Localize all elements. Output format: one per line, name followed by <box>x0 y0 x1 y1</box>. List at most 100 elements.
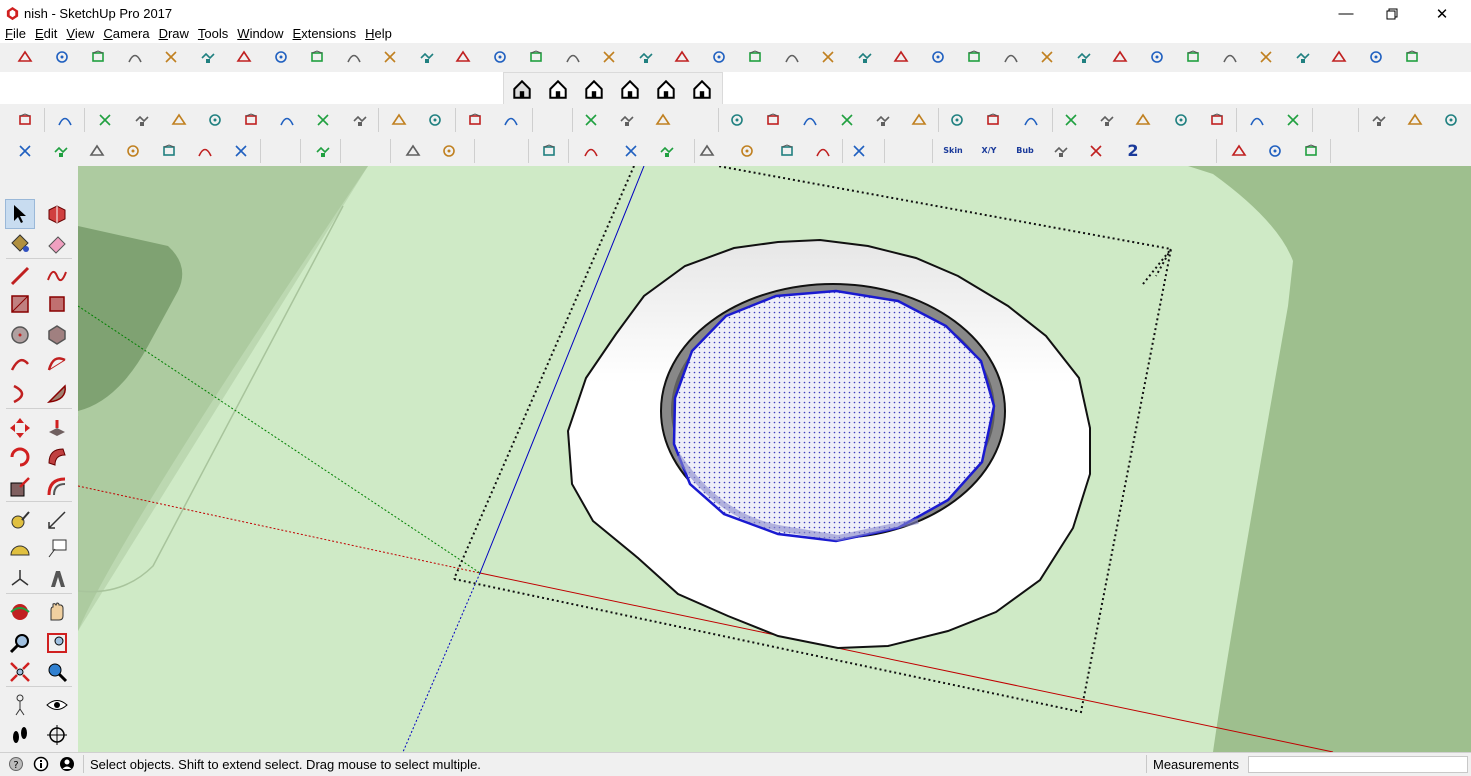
minimize-icon[interactable]: — <box>1323 0 1369 27</box>
left-view-icon[interactable] <box>689 77 715 101</box>
toolbar-tool-icon[interactable] <box>1182 46 1204 68</box>
toolbar-tool-icon[interactable] <box>525 46 547 68</box>
toolbar-tool-icon[interactable] <box>1365 46 1387 68</box>
toolbar-tool-icon[interactable] <box>50 140 72 162</box>
3d-text-icon[interactable] <box>43 565 71 593</box>
toolbar-tool-icon[interactable] <box>781 46 803 68</box>
toolbar-tool-icon[interactable] <box>124 46 146 68</box>
toolbar-tool-icon[interactable] <box>306 46 328 68</box>
toolbar-tool-icon[interactable] <box>1440 109 1462 131</box>
text-icon[interactable] <box>43 535 71 563</box>
number-two-icon[interactable]: 2 <box>1120 139 1146 161</box>
zoom-extents-icon[interactable] <box>6 658 34 686</box>
toolbar-tool-icon[interactable] <box>580 140 602 162</box>
menu-window[interactable]: Window <box>232 26 287 44</box>
toolbar-tool-icon[interactable] <box>696 140 718 162</box>
toolbar-tool-icon[interactable] <box>464 109 486 131</box>
select-icon[interactable] <box>5 199 35 229</box>
toolbar-tool-icon[interactable] <box>14 109 36 131</box>
rectangle-icon[interactable] <box>6 290 34 318</box>
toolbar-tool-icon[interactable] <box>890 46 912 68</box>
front-view-icon[interactable] <box>581 77 607 101</box>
toolbar-tool-icon[interactable] <box>620 140 642 162</box>
toolbar-tool-icon[interactable] <box>86 140 108 162</box>
toolbar-tool-icon[interactable] <box>652 109 674 131</box>
toolbar-tool-icon[interactable] <box>1170 109 1192 131</box>
toolbar-tool-icon[interactable] <box>489 46 511 68</box>
back-view-icon[interactable] <box>653 77 679 101</box>
toolbar-tool-icon[interactable] <box>416 46 438 68</box>
info-icon[interactable] <box>33 756 49 772</box>
toolbar-tool-icon[interactable] <box>616 109 638 131</box>
menu-help[interactable]: Help <box>360 26 396 44</box>
section-plane-icon[interactable] <box>43 721 71 749</box>
tape-measure-icon[interactable] <box>6 506 34 534</box>
position-camera-icon[interactable] <box>6 691 34 719</box>
stop-icon[interactable] <box>1085 140 1107 162</box>
skin-icon[interactable]: Skin <box>940 139 966 161</box>
toolbar-tool-icon[interactable] <box>233 46 255 68</box>
menu-view[interactable]: View <box>61 26 98 44</box>
toolbar-tool-icon[interactable] <box>1146 46 1168 68</box>
xy-icon[interactable]: X/Y <box>976 139 1002 161</box>
toolbar-tool-icon[interactable] <box>736 140 758 162</box>
toolbar-tool-icon[interactable] <box>1246 109 1268 131</box>
toolbar-tool-icon[interactable] <box>160 46 182 68</box>
toolbar-tool-icon[interactable] <box>270 46 292 68</box>
toolbar-tool-icon[interactable] <box>854 46 876 68</box>
toolbar-tool-icon[interactable] <box>379 46 401 68</box>
toolbar-tool-icon[interactable] <box>312 140 334 162</box>
toolbar-tool-icon[interactable] <box>438 140 460 162</box>
toolbar-tool-icon[interactable] <box>1401 46 1423 68</box>
toolbar-tool-icon[interactable] <box>14 140 36 162</box>
axes-icon[interactable] <box>6 565 34 593</box>
toolbar-tool-icon[interactable] <box>1228 140 1250 162</box>
zoom-icon[interactable] <box>6 629 34 657</box>
scale-icon[interactable] <box>6 473 34 501</box>
zoom-window-icon[interactable] <box>43 629 71 657</box>
toolbar-tool-icon[interactable] <box>194 140 216 162</box>
pan-icon[interactable] <box>43 598 71 626</box>
toolbar-tool-icon[interactable] <box>312 109 334 131</box>
bubble-icon[interactable]: Bub <box>1012 139 1038 161</box>
two-point-arc-icon[interactable] <box>43 350 71 378</box>
toolbar-tool-icon[interactable] <box>1292 46 1314 68</box>
menu-edit[interactable]: Edit <box>30 26 61 44</box>
toolbar-tool-icon[interactable] <box>94 109 116 131</box>
toolbar-tool-icon[interactable] <box>240 109 262 131</box>
toolbar-tool-icon[interactable] <box>204 109 226 131</box>
toolbar-tool-icon[interactable] <box>776 140 798 162</box>
toolbar-tool-icon[interactable] <box>762 109 784 131</box>
toolbar-tool-icon[interactable] <box>963 46 985 68</box>
offset-icon[interactable] <box>43 473 71 501</box>
toolbar-tool-icon[interactable] <box>1368 109 1390 131</box>
toolbar-tool-icon[interactable] <box>131 109 153 131</box>
make-component-icon[interactable] <box>43 200 71 228</box>
menu-draw[interactable]: Draw <box>154 26 193 44</box>
toolbar-tool-icon[interactable] <box>908 109 930 131</box>
move-icon[interactable] <box>6 414 34 442</box>
previous-view-icon[interactable] <box>43 658 71 686</box>
arc-icon[interactable] <box>6 350 34 378</box>
eraser-icon[interactable] <box>43 229 71 257</box>
toolbar-tool-icon[interactable] <box>1300 140 1322 162</box>
toolbar-tool-icon[interactable] <box>122 140 144 162</box>
toolbar-tool-icon[interactable] <box>230 140 252 162</box>
toolbar-tool-icon[interactable] <box>1073 46 1095 68</box>
toolbar-tool-icon[interactable] <box>927 46 949 68</box>
toolbar-tool-icon[interactable] <box>817 46 839 68</box>
toolbar-tool-icon[interactable] <box>1096 109 1118 131</box>
toolbar-tool-icon[interactable] <box>1036 46 1058 68</box>
freehand-icon[interactable] <box>43 262 71 290</box>
toolbar-tool-icon[interactable] <box>744 46 766 68</box>
iso-view-icon[interactable] <box>509 77 535 101</box>
toolbar-tool-icon[interactable] <box>812 140 834 162</box>
toolbar-tool-icon[interactable] <box>343 46 365 68</box>
protractor-icon[interactable] <box>6 535 34 563</box>
toolbar-tool-icon[interactable] <box>1109 46 1131 68</box>
paint-bucket-icon[interactable] <box>6 229 34 257</box>
toolbar-tool-icon[interactable] <box>848 140 870 162</box>
polygon-icon[interactable] <box>43 321 71 349</box>
toolbar-tool-icon[interactable] <box>635 46 657 68</box>
toolbar-tool-icon[interactable] <box>982 109 1004 131</box>
